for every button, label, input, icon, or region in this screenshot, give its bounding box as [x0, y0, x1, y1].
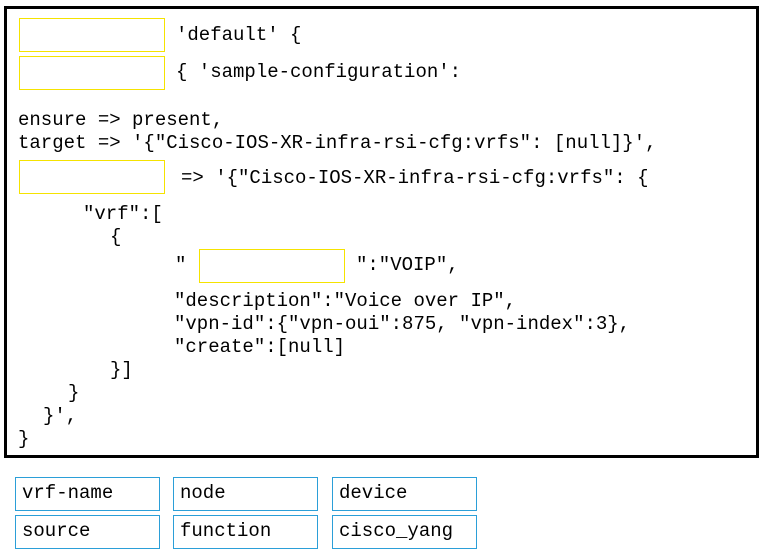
code-line-close-quote: }',	[43, 405, 78, 427]
drop-slot-4[interactable]	[199, 249, 345, 283]
code-line-name-voip: ":"VOIP",	[356, 254, 459, 276]
code-line-close-brace: }	[68, 382, 80, 404]
drop-slot-1[interactable]	[19, 18, 165, 52]
option-cisco-yang[interactable]: cisco_yang	[332, 515, 477, 549]
code-line-description: "description":"Voice over IP",	[174, 290, 517, 312]
code-line-close-list: }]	[110, 359, 133, 381]
drop-slot-3[interactable]	[19, 160, 165, 194]
code-line-brace-open: {	[110, 226, 122, 248]
option-node[interactable]: node	[173, 477, 318, 511]
code-line-create: "create":[null]	[174, 336, 346, 358]
option-function[interactable]: function	[173, 515, 318, 549]
code-line-vrfs: => '{"Cisco-IOS-XR-infra-rsi-cfg:vrfs": …	[181, 167, 649, 189]
option-vrf-name[interactable]: vrf-name	[15, 477, 160, 511]
drop-slot-2[interactable]	[19, 56, 165, 90]
code-name-prefix: "	[175, 254, 187, 276]
code-line-vpn-id: "vpn-id":{"vpn-oui":875, "vpn-index":3},	[174, 313, 631, 335]
code-line-default: 'default' {	[176, 24, 302, 46]
code-line-vrf-open: "vrf":[	[83, 203, 163, 225]
option-device[interactable]: device	[332, 477, 477, 511]
code-line-ensure: ensure => present,	[18, 109, 224, 131]
option-source[interactable]: source	[15, 515, 160, 549]
code-line-close-final: }	[18, 428, 30, 450]
code-line-target: target => '{"Cisco-IOS-XR-infra-rsi-cfg:…	[18, 132, 657, 154]
code-line-sample-configuration: { 'sample-configuration':	[176, 61, 462, 83]
